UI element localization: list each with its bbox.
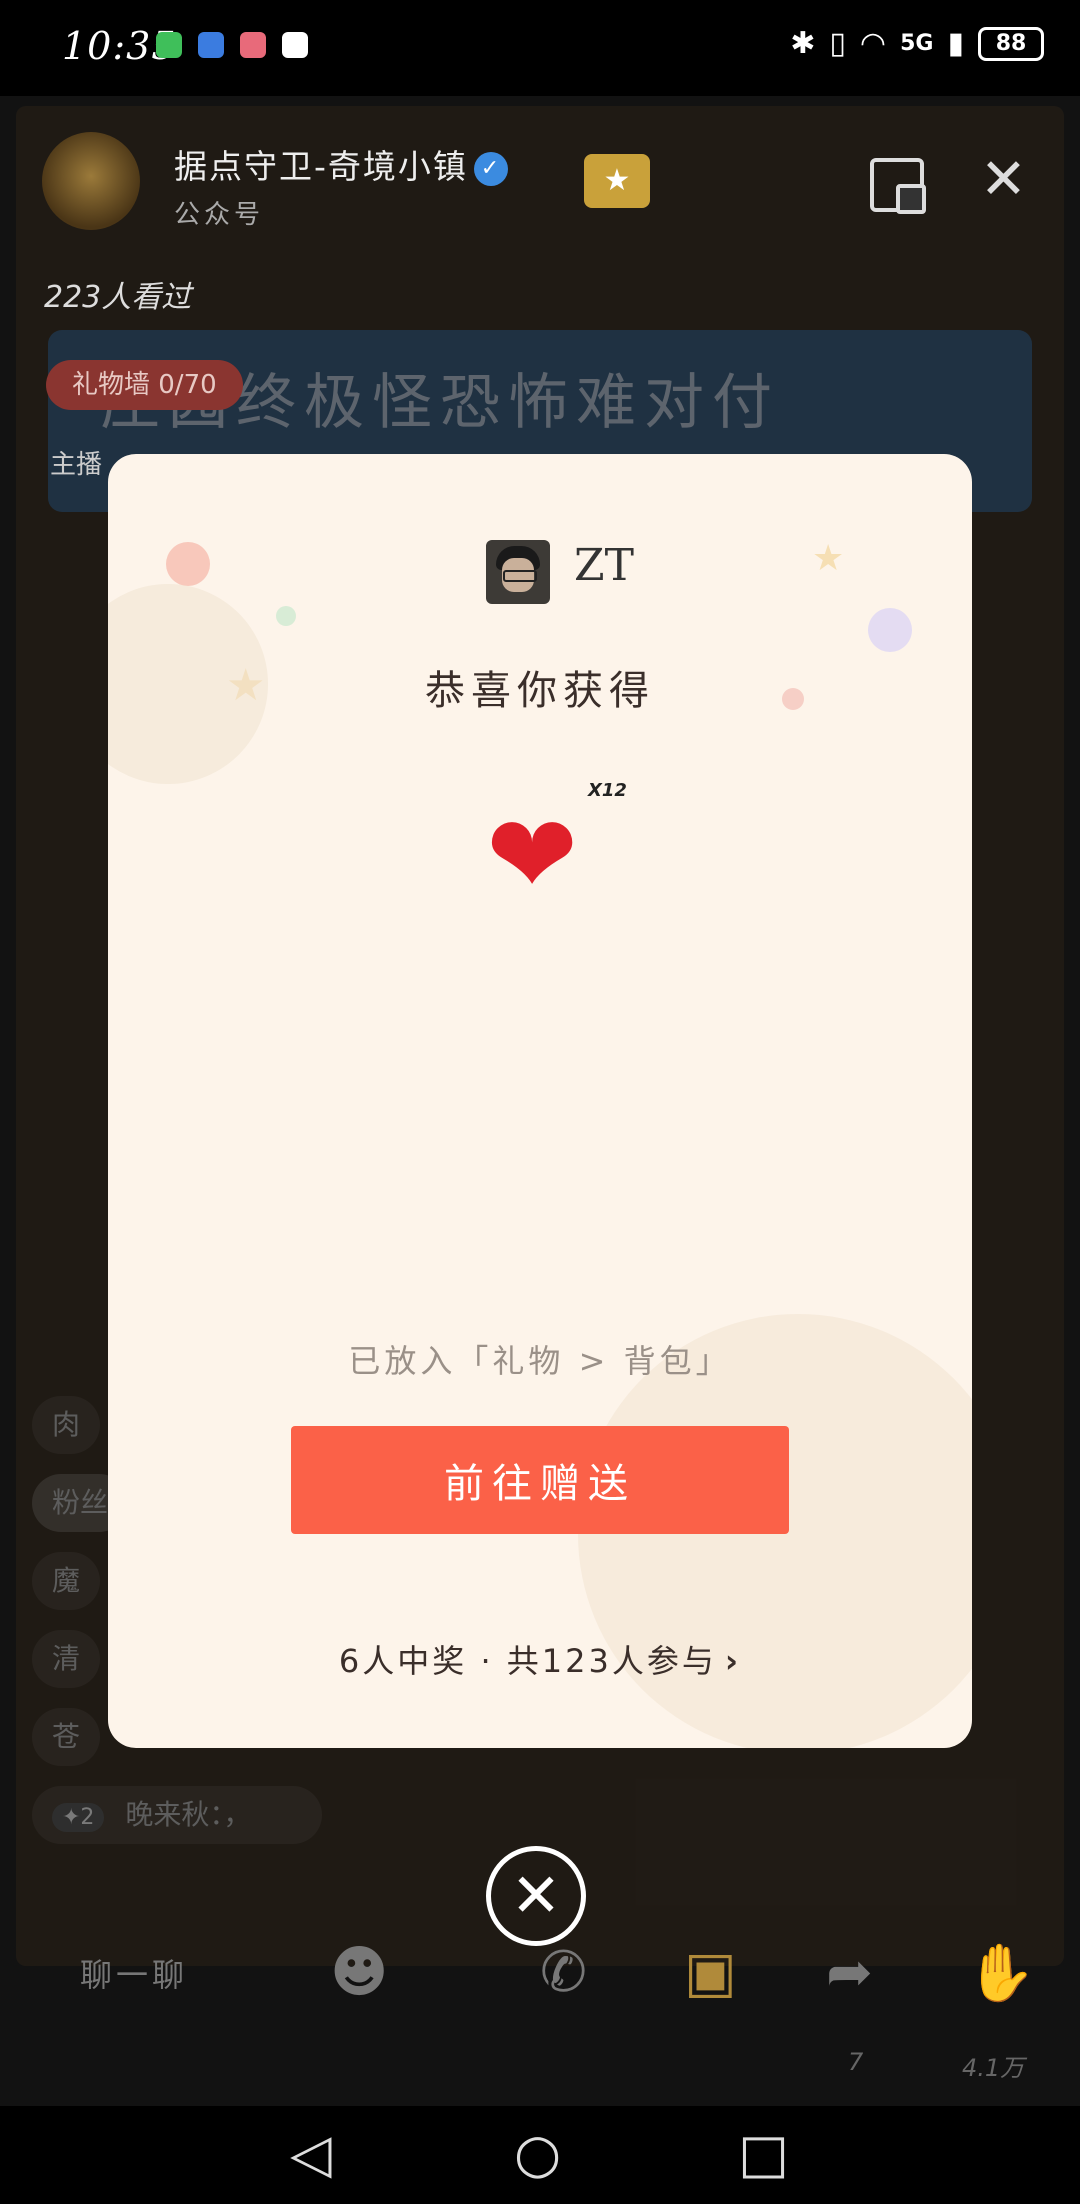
like-count: 4.1万 xyxy=(962,2054,1025,2082)
heart-gift-icon: ❤ xyxy=(486,791,579,919)
gift-quantity: X12 xyxy=(588,780,627,801)
share-icon[interactable]: ➦ xyxy=(826,1940,873,2005)
home-icon[interactable]: ○ xyxy=(514,2124,561,2184)
chevron-right-icon: › xyxy=(724,1642,742,1680)
go-send-button-label: 前往赠送 xyxy=(444,1461,636,1507)
like-icon[interactable]: ✋ xyxy=(966,1940,1036,2006)
recents-icon[interactable]: □ xyxy=(738,2124,789,2184)
close-modal-button[interactable]: ✕ xyxy=(486,1846,586,1946)
gift-reward-modal: ★ ★ ZT 恭喜你获得 X12 ❤ 已放入「礼物 > 背包」 前往赠送 6人中… xyxy=(108,454,972,1748)
winners-link[interactable]: 6人中奖 · 共123人参与 › xyxy=(108,1636,972,1682)
system-navigation-bar: ◁ ○ □ xyxy=(0,2106,1080,2204)
message-notification-icon xyxy=(198,32,224,58)
close-icon: ✕ xyxy=(510,1861,562,1931)
app-notification-icon xyxy=(156,32,182,58)
account-type: 公众号 xyxy=(174,200,265,230)
view-count: 223人看过 xyxy=(44,280,192,315)
signal-icon: ▮ xyxy=(947,26,964,61)
user-avatar xyxy=(486,540,550,604)
wifi-icon: ◠ xyxy=(859,26,887,61)
emoji-icon[interactable]: ☻ xyxy=(330,1940,388,2005)
status-bar: 10:35 ✱ ▯ ◠ 5G ▮ 88 xyxy=(0,0,1080,96)
battery-icon: 88 xyxy=(978,26,1044,61)
back-icon[interactable]: ◁ xyxy=(290,2124,332,2184)
bottom-action-bar: 聊一聊 ☻ ✆ ▣ ➦ ✋ 7 4.1万 xyxy=(0,1940,1080,2082)
placed-in-backpack-text: 已放入「礼物 > 背包」 xyxy=(348,1342,732,1380)
confetti-dot xyxy=(276,606,296,626)
chat-input-label[interactable]: 聊一聊 xyxy=(80,1950,188,1996)
go-send-button[interactable]: 前往赠送 xyxy=(291,1426,789,1534)
username: ZT xyxy=(574,540,634,591)
congrats-title: 恭喜你获得 xyxy=(425,668,655,714)
close-page-icon[interactable]: ✕ xyxy=(980,150,1027,210)
account-title[interactable]: 据点守卫-奇境小镇 ✓ xyxy=(174,140,508,188)
status-right: ✱ ▯ ◠ 5G ▮ 88 xyxy=(790,26,1044,61)
confetti-dot xyxy=(166,542,210,586)
confetti-star-icon: ★ xyxy=(812,538,845,579)
network-label: 5G xyxy=(900,31,934,56)
star-badge-icon[interactable]: ★ xyxy=(584,154,650,208)
account-title-text: 据点守卫-奇境小镇 xyxy=(174,147,468,186)
winners-text: 6人中奖 · 共123人参与 xyxy=(338,1642,717,1680)
gift-icon[interactable]: ▣ xyxy=(684,1940,737,2005)
account-avatar[interactable] xyxy=(42,132,140,230)
verified-icon: ✓ xyxy=(473,151,508,186)
float-window-icon[interactable] xyxy=(870,158,926,214)
vibrate-icon: ▯ xyxy=(829,26,846,61)
tiktok-notification-icon xyxy=(240,32,266,58)
gift-wall-badge[interactable]: 礼物墙 0/70 xyxy=(46,360,243,410)
voice-call-icon[interactable]: ✆ xyxy=(540,1940,587,2005)
anchor-label: 主播 xyxy=(50,450,103,480)
share-count: 7 xyxy=(848,2048,864,2076)
nfc-icon xyxy=(282,32,308,58)
confetti-dot xyxy=(868,608,912,652)
bluetooth-icon: ✱ xyxy=(790,26,816,61)
